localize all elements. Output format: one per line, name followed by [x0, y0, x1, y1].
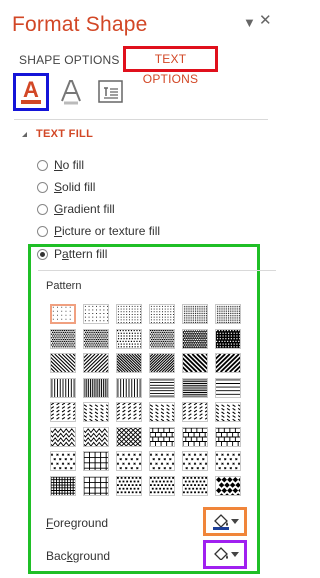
- chevron-down-icon: [231, 519, 239, 524]
- pane-title: Format Shape: [12, 13, 148, 36]
- pattern-swatch[interactable]: [50, 426, 76, 447]
- radio-label: Pattern fill: [54, 247, 108, 261]
- pattern-swatch[interactable]: [182, 402, 208, 422]
- pattern-swatch[interactable]: [149, 377, 175, 398]
- pattern-swatch[interactable]: [116, 426, 142, 447]
- pattern-swatch[interactable]: [83, 328, 109, 349]
- divider: [14, 119, 268, 120]
- text-box-icon: [98, 80, 123, 103]
- pane-options-dropdown-icon[interactable]: ▼: [243, 16, 256, 30]
- pattern-swatch[interactable]: [215, 353, 241, 373]
- pattern-swatch[interactable]: [215, 451, 241, 471]
- pattern-swatch[interactable]: [149, 328, 175, 349]
- pattern-swatch[interactable]: [215, 328, 241, 349]
- options-tabs: SHAPE OPTIONS TEXT OPTIONS: [0, 45, 283, 86]
- pattern-swatch[interactable]: [50, 377, 76, 398]
- radio-label: Solid fill: [54, 180, 96, 194]
- pattern-swatch[interactable]: [50, 402, 76, 422]
- pattern-swatch[interactable]: [149, 451, 175, 471]
- pattern-swatch[interactable]: [116, 377, 142, 398]
- radio-label: Gradient fill: [54, 202, 115, 216]
- radio-label: Picture or texture fill: [54, 224, 161, 238]
- pattern-swatch[interactable]: [215, 426, 241, 447]
- section-title: TEXT FILL: [36, 128, 94, 140]
- pattern-swatch[interactable]: [83, 377, 109, 398]
- pattern-swatch[interactable]: [83, 402, 109, 422]
- pattern-swatch[interactable]: [149, 475, 175, 496]
- pattern-swatch[interactable]: [182, 451, 208, 471]
- pattern-label: Pattern: [46, 280, 82, 292]
- paint-bucket-icon: [213, 514, 229, 530]
- pattern-swatch[interactable]: [215, 304, 241, 324]
- paint-bucket-icon: [213, 547, 229, 563]
- pattern-swatch[interactable]: [116, 304, 142, 324]
- category-icon-row: A: [0, 73, 283, 113]
- pattern-swatch[interactable]: [116, 475, 142, 496]
- pattern-swatch[interactable]: [116, 402, 142, 422]
- text-effects-icon: [61, 80, 81, 105]
- pattern-swatch[interactable]: [83, 304, 109, 324]
- pattern-swatch[interactable]: [149, 426, 175, 447]
- pattern-swatch[interactable]: [50, 328, 76, 349]
- radio-label: No fill: [54, 158, 85, 172]
- pattern-swatch[interactable]: [182, 328, 208, 349]
- pattern-swatch[interactable]: [116, 328, 142, 349]
- background-label: Background: [46, 549, 111, 563]
- radio-button[interactable]: [37, 204, 48, 215]
- pattern-swatch[interactable]: [149, 304, 175, 324]
- pattern-swatch[interactable]: [215, 377, 241, 398]
- pattern-swatch[interactable]: [149, 353, 175, 373]
- text-box-button[interactable]: [97, 79, 125, 105]
- pattern-swatch[interactable]: [50, 475, 76, 496]
- tab-text-options[interactable]: TEXT OPTIONS: [123, 46, 218, 86]
- format-shape-pane: Format Shape ▼ ✕ SHAPE OPTIONS TEXT OPTI…: [0, 0, 283, 578]
- pattern-swatch[interactable]: [83, 426, 109, 447]
- pattern-swatch[interactable]: [182, 426, 208, 447]
- pattern-swatch[interactable]: [215, 402, 241, 422]
- background-color-button[interactable]: [203, 540, 247, 569]
- pattern-swatch[interactable]: [83, 475, 109, 496]
- pattern-swatch[interactable]: [50, 353, 76, 373]
- pattern-swatch[interactable]: [83, 353, 109, 373]
- chevron-down-icon: [231, 552, 239, 557]
- pattern-swatch[interactable]: [182, 304, 208, 324]
- radio-button[interactable]: [37, 160, 48, 171]
- foreground-color-button[interactable]: [203, 507, 247, 536]
- close-icon[interactable]: ✕: [259, 13, 272, 28]
- text-effects-button[interactable]: [58, 77, 84, 107]
- pattern-swatch[interactable]: [182, 377, 208, 398]
- pattern-grid: [48, 302, 244, 498]
- tab-shape-options[interactable]: SHAPE OPTIONS: [19, 53, 120, 67]
- pattern-swatch[interactable]: [116, 353, 142, 373]
- pattern-swatch[interactable]: [215, 475, 241, 496]
- text-fill-color-bar: [21, 100, 41, 104]
- collapse-triangle-icon: [22, 132, 27, 137]
- pattern-swatch[interactable]: [182, 353, 208, 373]
- radio-button-selected[interactable]: [37, 249, 48, 260]
- pattern-swatch[interactable]: [83, 451, 109, 471]
- pattern-swatch[interactable]: [116, 451, 142, 471]
- pattern-swatch[interactable]: [50, 304, 76, 324]
- text-fill-outline-button[interactable]: A: [13, 73, 49, 111]
- divider: [38, 270, 276, 271]
- pattern-swatch[interactable]: [50, 451, 76, 471]
- pattern-swatch[interactable]: [149, 402, 175, 422]
- pattern-swatch[interactable]: [182, 475, 208, 496]
- foreground-label: Foreground: [46, 516, 109, 530]
- radio-button[interactable]: [37, 182, 48, 193]
- radio-button[interactable]: [37, 226, 48, 237]
